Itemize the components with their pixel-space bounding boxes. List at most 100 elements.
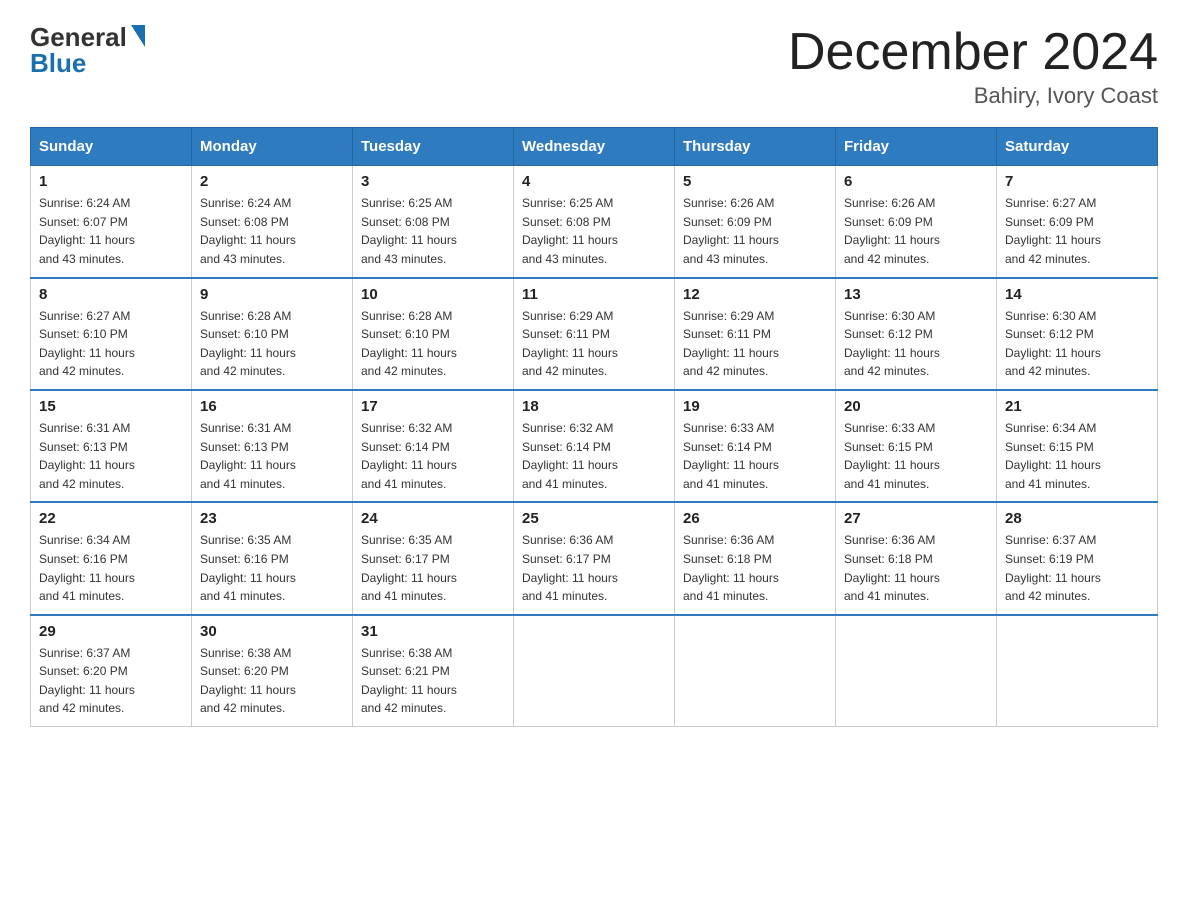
page-location: Bahiry, Ivory Coast: [788, 83, 1158, 109]
day-number: 29: [39, 623, 183, 640]
header-friday: Friday: [836, 128, 997, 166]
day-info: Sunrise: 6:29 AMSunset: 6:11 PMDaylight:…: [683, 307, 827, 381]
calendar-cell: 2 Sunrise: 6:24 AMSunset: 6:08 PMDaylight…: [192, 166, 353, 278]
day-info: Sunrise: 6:24 AMSunset: 6:08 PMDaylight:…: [200, 194, 344, 268]
day-info: Sunrise: 6:29 AMSunset: 6:11 PMDaylight:…: [522, 307, 666, 381]
day-number: 11: [522, 286, 666, 303]
day-info: Sunrise: 6:36 AMSunset: 6:18 PMDaylight:…: [683, 531, 827, 605]
day-info: Sunrise: 6:28 AMSunset: 6:10 PMDaylight:…: [200, 307, 344, 381]
calendar-cell: 27Sunrise: 6:36 AMSunset: 6:18 PMDayligh…: [836, 502, 997, 614]
day-number: 20: [844, 398, 988, 415]
calendar-cell: 19Sunrise: 6:33 AMSunset: 6:14 PMDayligh…: [675, 390, 836, 502]
day-number: 22: [39, 510, 183, 527]
day-number: 13: [844, 286, 988, 303]
day-number: 26: [683, 510, 827, 527]
header-saturday: Saturday: [997, 128, 1158, 166]
calendar-cell: 30 Sunrise: 6:38 AMSunset: 6:20 PMDayligh…: [192, 615, 353, 727]
calendar-cell: 12 Sunrise: 6:29 AMSunset: 6:11 PMDayligh…: [675, 278, 836, 390]
day-number: 24: [361, 510, 505, 527]
day-info: Sunrise: 6:25 AMSunset: 6:08 PMDaylight:…: [361, 194, 505, 268]
day-info: Sunrise: 6:26 AMSunset: 6:09 PMDaylight:…: [844, 194, 988, 268]
calendar-cell: [675, 615, 836, 727]
calendar-cell: [836, 615, 997, 727]
day-info: Sunrise: 6:30 AMSunset: 6:12 PMDaylight:…: [844, 307, 988, 381]
calendar-week-row: 8Sunrise: 6:27 AMSunset: 6:10 PMDaylight…: [31, 278, 1158, 390]
header-sunday: Sunday: [31, 128, 192, 166]
calendar-header-row: SundayMondayTuesdayWednesdayThursdayFrid…: [31, 128, 1158, 166]
day-info: Sunrise: 6:38 AMSunset: 6:20 PMDaylight:…: [200, 644, 344, 718]
day-number: 4: [522, 173, 666, 190]
day-number: 14: [1005, 286, 1149, 303]
calendar-cell: 8Sunrise: 6:27 AMSunset: 6:10 PMDaylight…: [31, 278, 192, 390]
day-info: Sunrise: 6:25 AMSunset: 6:08 PMDaylight:…: [522, 194, 666, 268]
day-info: Sunrise: 6:35 AMSunset: 6:17 PMDaylight:…: [361, 531, 505, 605]
day-number: 10: [361, 286, 505, 303]
logo: General Blue: [30, 24, 145, 76]
day-info: Sunrise: 6:34 AMSunset: 6:15 PMDaylight:…: [1005, 419, 1149, 493]
header-tuesday: Tuesday: [353, 128, 514, 166]
calendar-cell: 24 Sunrise: 6:35 AMSunset: 6:17 PMDayligh…: [353, 502, 514, 614]
day-number: 28: [1005, 510, 1149, 527]
day-number: 5: [683, 173, 827, 190]
day-info: Sunrise: 6:38 AMSunset: 6:21 PMDaylight:…: [361, 644, 505, 718]
calendar-cell: 14 Sunrise: 6:30 AMSunset: 6:12 PMDayligh…: [997, 278, 1158, 390]
calendar-cell: 6Sunrise: 6:26 AMSunset: 6:09 PMDaylight…: [836, 166, 997, 278]
day-number: 18: [522, 398, 666, 415]
day-number: 15: [39, 398, 183, 415]
day-number: 17: [361, 398, 505, 415]
day-info: Sunrise: 6:27 AMSunset: 6:09 PMDaylight:…: [1005, 194, 1149, 268]
day-number: 12: [683, 286, 827, 303]
day-info: Sunrise: 6:30 AMSunset: 6:12 PMDaylight:…: [1005, 307, 1149, 381]
calendar-cell: [514, 615, 675, 727]
day-info: Sunrise: 6:34 AMSunset: 6:16 PMDaylight:…: [39, 531, 183, 605]
calendar-cell: 20 Sunrise: 6:33 AMSunset: 6:15 PMDayligh…: [836, 390, 997, 502]
calendar-cell: 4 Sunrise: 6:25 AMSunset: 6:08 PMDaylight…: [514, 166, 675, 278]
header-monday: Monday: [192, 128, 353, 166]
calendar-week-row: 15 Sunrise: 6:31 AMSunset: 6:13 PMDayligh…: [31, 390, 1158, 502]
calendar-week-row: 1 Sunrise: 6:24 AMSunset: 6:07 PMDaylight…: [31, 166, 1158, 278]
day-number: 23: [200, 510, 344, 527]
calendar-cell: 9Sunrise: 6:28 AMSunset: 6:10 PMDaylight…: [192, 278, 353, 390]
day-number: 27: [844, 510, 988, 527]
calendar-cell: 21 Sunrise: 6:34 AMSunset: 6:15 PMDayligh…: [997, 390, 1158, 502]
calendar-cell: 15 Sunrise: 6:31 AMSunset: 6:13 PMDayligh…: [31, 390, 192, 502]
day-info: Sunrise: 6:32 AMSunset: 6:14 PMDaylight:…: [522, 419, 666, 493]
day-info: Sunrise: 6:28 AMSunset: 6:10 PMDaylight:…: [361, 307, 505, 381]
calendar-cell: 16Sunrise: 6:31 AMSunset: 6:13 PMDayligh…: [192, 390, 353, 502]
calendar-cell: 10 Sunrise: 6:28 AMSunset: 6:10 PMDayligh…: [353, 278, 514, 390]
calendar-cell: 29Sunrise: 6:37 AMSunset: 6:20 PMDayligh…: [31, 615, 192, 727]
day-number: 3: [361, 173, 505, 190]
calendar-cell: 5 Sunrise: 6:26 AMSunset: 6:09 PMDaylight…: [675, 166, 836, 278]
day-number: 1: [39, 173, 183, 190]
page-title: December 2024: [788, 24, 1158, 81]
title-block: December 2024 Bahiry, Ivory Coast: [788, 24, 1158, 109]
day-info: Sunrise: 6:24 AMSunset: 6:07 PMDaylight:…: [39, 194, 183, 268]
day-info: Sunrise: 6:31 AMSunset: 6:13 PMDaylight:…: [39, 419, 183, 493]
calendar-week-row: 22 Sunrise: 6:34 AMSunset: 6:16 PMDayligh…: [31, 502, 1158, 614]
day-info: Sunrise: 6:26 AMSunset: 6:09 PMDaylight:…: [683, 194, 827, 268]
day-info: Sunrise: 6:37 AMSunset: 6:19 PMDaylight:…: [1005, 531, 1149, 605]
day-info: Sunrise: 6:33 AMSunset: 6:14 PMDaylight:…: [683, 419, 827, 493]
calendar-cell: 17Sunrise: 6:32 AMSunset: 6:14 PMDayligh…: [353, 390, 514, 502]
day-info: Sunrise: 6:33 AMSunset: 6:15 PMDaylight:…: [844, 419, 988, 493]
calendar-cell: 26 Sunrise: 6:36 AMSunset: 6:18 PMDayligh…: [675, 502, 836, 614]
day-number: 21: [1005, 398, 1149, 415]
day-info: Sunrise: 6:36 AMSunset: 6:17 PMDaylight:…: [522, 531, 666, 605]
page-header: General Blue December 2024 Bahiry, Ivory…: [30, 24, 1158, 109]
logo-triangle-icon: [131, 25, 145, 47]
day-info: Sunrise: 6:27 AMSunset: 6:10 PMDaylight:…: [39, 307, 183, 381]
calendar-cell: 23 Sunrise: 6:35 AMSunset: 6:16 PMDayligh…: [192, 502, 353, 614]
day-info: Sunrise: 6:31 AMSunset: 6:13 PMDaylight:…: [200, 419, 344, 493]
day-info: Sunrise: 6:35 AMSunset: 6:16 PMDaylight:…: [200, 531, 344, 605]
calendar-cell: 7 Sunrise: 6:27 AMSunset: 6:09 PMDaylight…: [997, 166, 1158, 278]
calendar-cell: 13 Sunrise: 6:30 AMSunset: 6:12 PMDayligh…: [836, 278, 997, 390]
header-thursday: Thursday: [675, 128, 836, 166]
calendar-cell: 22 Sunrise: 6:34 AMSunset: 6:16 PMDayligh…: [31, 502, 192, 614]
day-number: 7: [1005, 173, 1149, 190]
day-number: 25: [522, 510, 666, 527]
logo-general: General: [30, 24, 127, 50]
calendar-cell: 3 Sunrise: 6:25 AMSunset: 6:08 PMDaylight…: [353, 166, 514, 278]
day-number: 2: [200, 173, 344, 190]
header-wednesday: Wednesday: [514, 128, 675, 166]
day-number: 30: [200, 623, 344, 640]
